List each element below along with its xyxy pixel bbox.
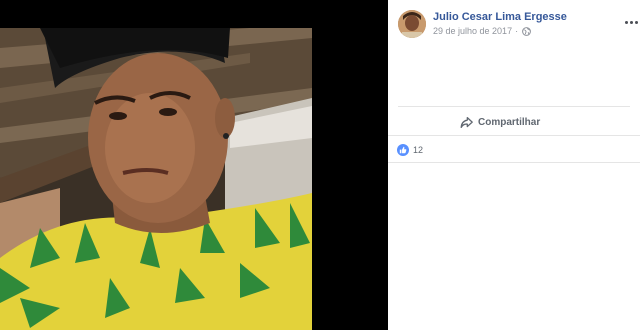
divider <box>398 106 630 107</box>
globe-icon[interactable] <box>522 26 532 36</box>
meta-separator: · <box>515 26 519 36</box>
more-options-button[interactable] <box>624 17 638 27</box>
photo-viewer <box>0 0 388 330</box>
post-meta: 29 de julho de 2017 · <box>433 26 532 36</box>
avatar[interactable] <box>398 10 426 38</box>
share-label: Compartilhar <box>478 116 541 128</box>
divider <box>388 162 640 163</box>
avatar-image <box>398 10 426 38</box>
author-name[interactable]: Julio Cesar Lima Ergesse <box>433 11 567 23</box>
reactions-summary[interactable]: 12 <box>397 143 423 157</box>
share-icon <box>460 116 473 128</box>
post-date[interactable]: 29 de julho de 2017 <box>433 26 512 36</box>
reaction-count: 12 <box>413 145 424 155</box>
selfie-image <box>0 28 312 330</box>
like-icon <box>397 144 409 156</box>
post-sidebar: Julio Cesar Lima Ergesse 29 de julho de … <box>388 0 640 330</box>
post-photo[interactable] <box>0 28 312 330</box>
dot-icon <box>624 20 628 24</box>
dot-icon <box>634 20 638 24</box>
post-header: Julio Cesar Lima Ergesse 29 de julho de … <box>398 8 638 40</box>
divider <box>388 135 640 136</box>
share-button[interactable]: Compartilhar <box>460 113 540 131</box>
dot-icon <box>629 20 633 24</box>
